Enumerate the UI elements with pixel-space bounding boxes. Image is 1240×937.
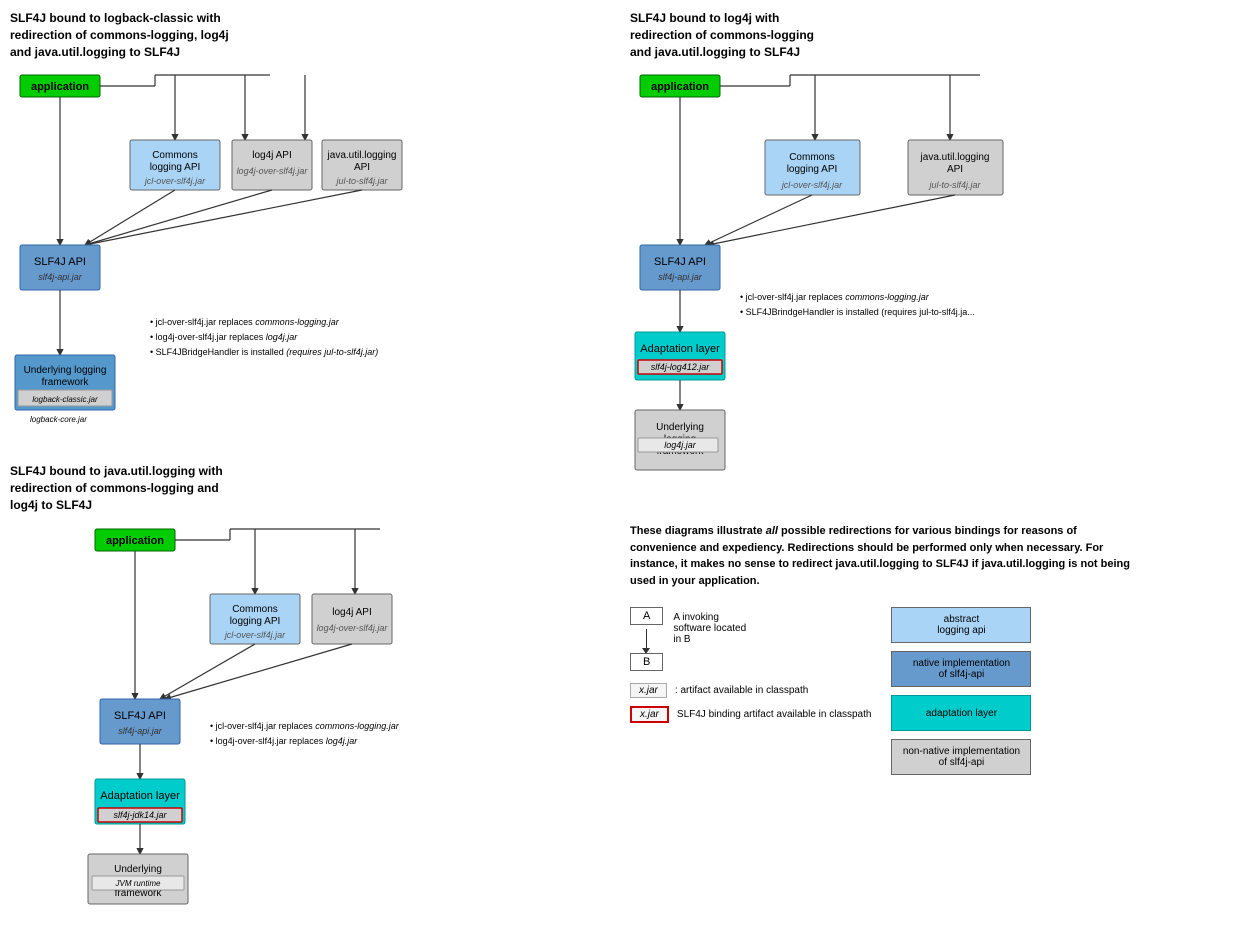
diagram-top-left-svg: application Commons logging API jcl-over… [10, 70, 410, 440]
legend-jar-red: x.jar [630, 706, 669, 723]
diagram-top-right: SLF4J bound to log4j with redirection of… [630, 10, 1230, 503]
svg-text:application: application [31, 81, 89, 93]
svg-text:log4j-over-slf4j.jar: log4j-over-slf4j.jar [317, 623, 389, 633]
svg-text:Commons: Commons [232, 604, 278, 615]
legend-left: A B A invokingsoftware locatedin B x.jar… [630, 607, 871, 775]
legend-adaptation: adaptation layer [891, 695, 1031, 731]
svg-text:jcl-over-slf4j.jar: jcl-over-slf4j.jar [224, 630, 286, 640]
svg-text:jul-to-slf4j.jar: jul-to-slf4j.jar [928, 180, 981, 190]
svg-text:logging API: logging API [150, 162, 201, 173]
legend-native: native implementationof slf4j-api [891, 651, 1031, 687]
svg-text:JVM runtime: JVM runtime [115, 879, 161, 888]
svg-text:java.util.logging: java.util.logging [327, 150, 397, 161]
legend-invoke-desc: A invokingsoftware locatedin B [673, 607, 746, 645]
diagram-top-left-title: SLF4J bound to logback-classic with redi… [10, 10, 610, 60]
diagram-bottom-left: SLF4J bound to java.util.logging with re… [10, 463, 610, 906]
svg-text:SLF4J API: SLF4J API [654, 256, 706, 268]
svg-text:• log4j-over-slf4j.jar replace: • log4j-over-slf4j.jar replaces log4j.ja… [150, 332, 298, 342]
svg-text:API: API [354, 162, 370, 173]
legend-section: A B A invokingsoftware locatedin B x.jar… [630, 607, 1230, 775]
svg-text:java.util.logging: java.util.logging [920, 152, 990, 163]
svg-text:• jcl-over-slf4j.jar replaces: • jcl-over-slf4j.jar replaces commons-lo… [740, 292, 930, 302]
legend-right: abstractlogging api native implementatio… [891, 607, 1031, 775]
svg-text:• jcl-over-slf4j.jar replaces: • jcl-over-slf4j.jar replaces commons-lo… [150, 317, 340, 327]
svg-text:slf4j-jdk14.jar: slf4j-jdk14.jar [113, 810, 167, 820]
legend-jar-normal-desc: : artifact available in classpath [675, 685, 808, 696]
svg-text:logback-classic.jar: logback-classic.jar [32, 395, 98, 404]
svg-text:SLF4J API: SLF4J API [114, 710, 166, 722]
svg-text:log4j API: log4j API [252, 150, 291, 161]
svg-text:slf4j-api.jar: slf4j-api.jar [658, 272, 703, 282]
svg-text:logback-core.jar: logback-core.jar [30, 415, 87, 424]
legend-box-a: A [630, 607, 663, 625]
svg-text:• jcl-over-slf4j.jar replaces: • jcl-over-slf4j.jar replaces commons-lo… [210, 721, 400, 731]
page: SLF4J bound to logback-classic with redi… [0, 0, 1240, 937]
diagram-top-left: SLF4J bound to logback-classic with redi… [10, 10, 610, 443]
svg-text:application: application [651, 81, 709, 93]
diagram-top-right-svg: application Commons logging API jcl-over… [630, 70, 1110, 500]
svg-text:log4j-over-slf4j.jar: log4j-over-slf4j.jar [237, 166, 309, 176]
svg-text:logging API: logging API [230, 616, 281, 627]
legend-nonnative: non-native implementationof slf4j-api [891, 739, 1031, 775]
svg-text:Underlying: Underlying [114, 864, 162, 875]
svg-text:slf4j-api.jar: slf4j-api.jar [38, 272, 83, 282]
svg-text:• SLF4JBridgeHandler is instal: • SLF4JBridgeHandler is installed (requi… [150, 347, 378, 357]
legend-abstract: abstractlogging api [891, 607, 1031, 643]
svg-text:log4j.jar: log4j.jar [664, 440, 697, 450]
svg-text:logging API: logging API [787, 164, 838, 175]
svg-text:• log4j-over-slf4j.jar replace: • log4j-over-slf4j.jar replaces log4j.ja… [210, 736, 358, 746]
svg-text:log4j API: log4j API [332, 607, 371, 618]
svg-text:Underlying logging: Underlying logging [24, 365, 107, 376]
svg-text:Adaptation layer: Adaptation layer [100, 790, 180, 802]
diagram-top-right-title: SLF4J bound to log4j with redirection of… [630, 10, 1230, 60]
explanatory-text: These diagrams illustrate all possible r… [630, 523, 1130, 589]
diagram-bottom-left-title: SLF4J bound to java.util.logging with re… [10, 463, 610, 513]
svg-text:jul-to-slf4j.jar: jul-to-slf4j.jar [335, 176, 388, 186]
diagram-bottom-left-svg: application Commons logging API jcl-over… [10, 524, 430, 904]
svg-text:jcl-over-slf4j.jar: jcl-over-slf4j.jar [781, 180, 843, 190]
svg-text:jcl-over-slf4j.jar: jcl-over-slf4j.jar [144, 176, 206, 186]
svg-text:slf4j-api.jar: slf4j-api.jar [118, 726, 163, 736]
svg-text:• SLF4JBrindgeHandler is insta: • SLF4JBrindgeHandler is installed (requ… [740, 307, 975, 317]
svg-text:Adaptation layer: Adaptation layer [640, 343, 720, 355]
svg-text:application: application [106, 535, 164, 547]
legend-box-b: B [630, 653, 663, 671]
svg-text:Commons: Commons [789, 152, 835, 163]
svg-text:API: API [947, 164, 963, 175]
right-column: SLF4J bound to log4j with redirection of… [630, 10, 1230, 927]
svg-text:slf4j-log412.jar: slf4j-log412.jar [651, 362, 711, 372]
svg-text:framework: framework [42, 377, 90, 388]
svg-text:Underlying: Underlying [656, 422, 704, 433]
svg-text:SLF4J API: SLF4J API [34, 256, 86, 268]
legend-jar-red-desc: SLF4J binding artifact available in clas… [677, 709, 872, 720]
svg-text:Commons: Commons [152, 150, 198, 161]
legend-jar-normal: x.jar [630, 683, 667, 698]
left-column: SLF4J bound to logback-classic with redi… [10, 10, 610, 927]
